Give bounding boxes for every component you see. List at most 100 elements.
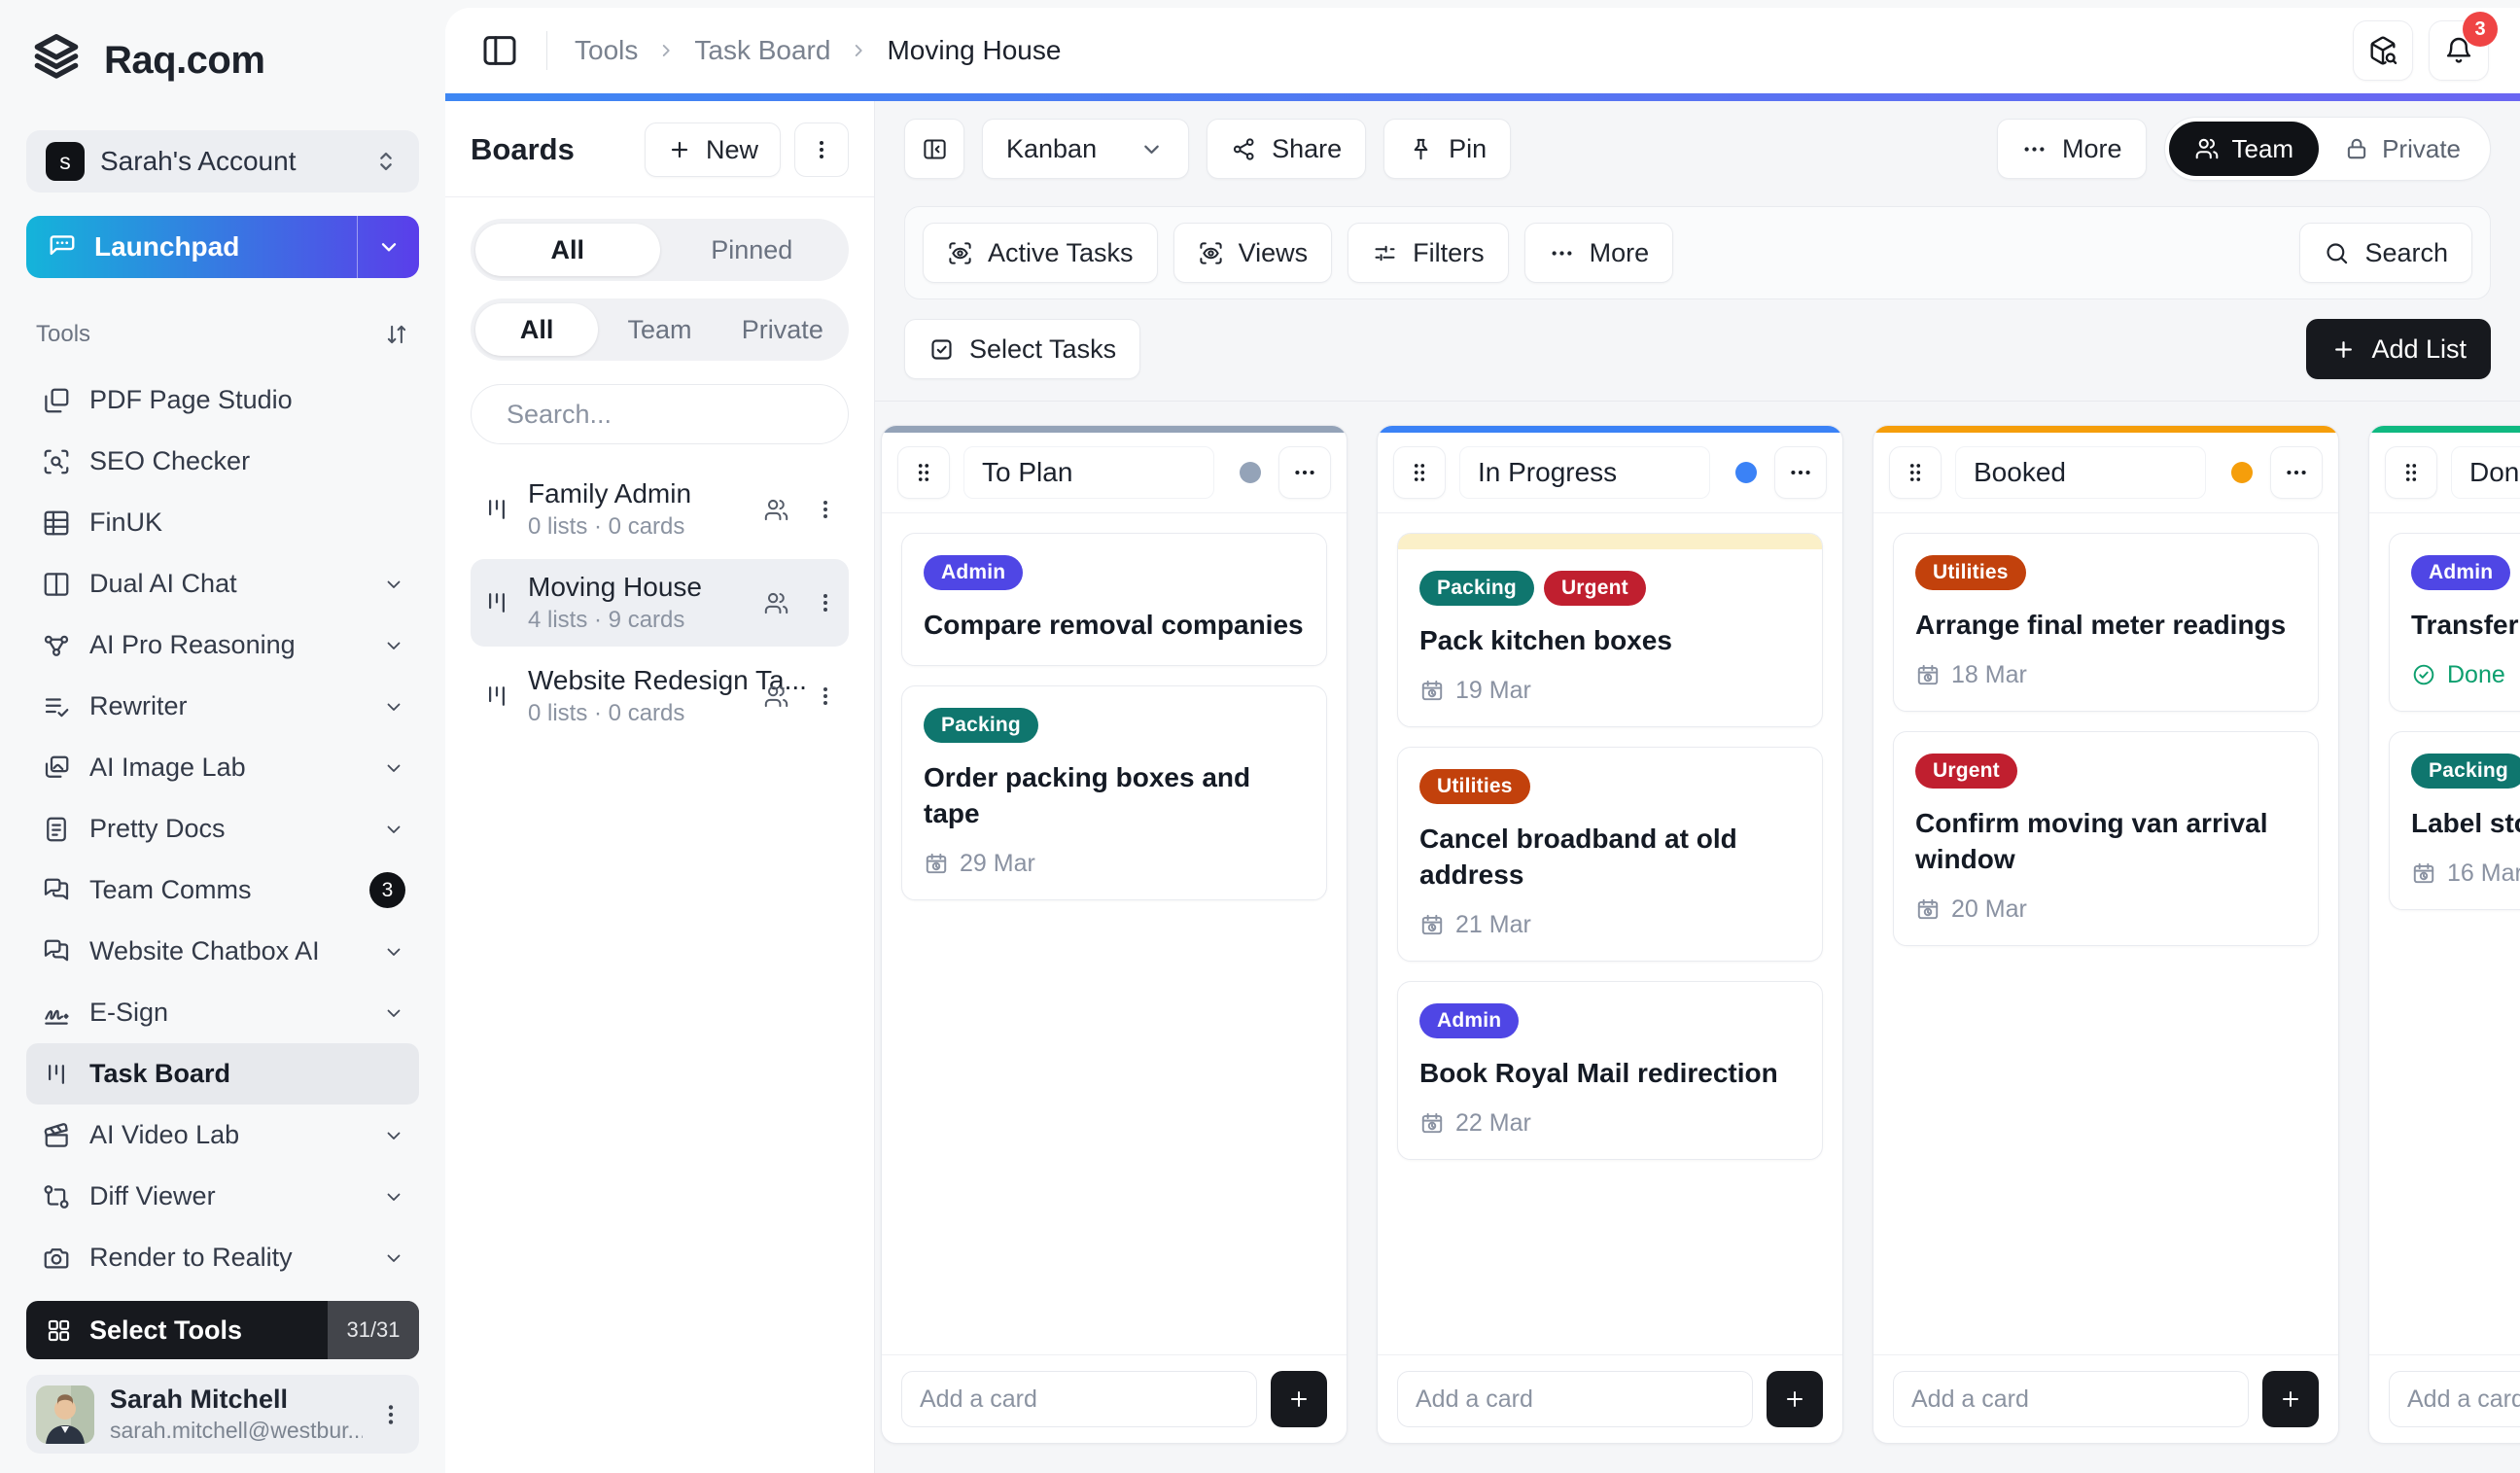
sidebar-item-e-sign[interactable]: E-Sign: [26, 982, 419, 1043]
sidebar-item-diff-viewer[interactable]: Diff Viewer: [26, 1166, 419, 1227]
add-card-button[interactable]: [2262, 1371, 2319, 1427]
account-switcher[interactable]: s Sarah's Account: [26, 130, 419, 193]
sidebar-item-website-chatbox-ai[interactable]: Website Chatbox AI: [26, 921, 419, 982]
scope-tab-team[interactable]: Team: [598, 303, 720, 356]
sort-icon[interactable]: [384, 322, 409, 347]
sidebar-item-pretty-docs[interactable]: Pretty Docs: [26, 798, 419, 859]
task-card[interactable]: Urgent Confirm moving van arrival window…: [1893, 731, 2319, 946]
search-icon: [2324, 240, 2350, 266]
add-card-input[interactable]: [901, 1371, 1257, 1427]
users-icon: [763, 590, 789, 616]
task-card[interactable]: Utilities Cancel broadband at old addres…: [1397, 747, 1823, 962]
collapse-panel-button[interactable]: [904, 119, 964, 179]
board-name: Family Admin: [528, 478, 691, 509]
kebab-menu-icon[interactable]: [814, 591, 837, 614]
boards-search-input[interactable]: [507, 400, 851, 430]
add-card-input[interactable]: [1397, 1371, 1753, 1427]
column-footer: [1378, 1354, 1842, 1443]
sidebar-item-ai-video-lab[interactable]: AI Video Lab: [26, 1105, 419, 1166]
panel-left-icon[interactable]: [480, 31, 519, 70]
kanban-icon: [482, 495, 511, 524]
user-card[interactable]: Sarah Mitchell sarah.mitchell@westbur...: [26, 1375, 419, 1454]
add-list-button[interactable]: Add List: [2306, 319, 2491, 379]
drag-handle[interactable]: [1393, 446, 1446, 499]
column-title[interactable]: Done: [2451, 446, 2520, 499]
task-card[interactable]: Admin Transfer c Done: [2389, 533, 2520, 712]
new-board-button[interactable]: New: [645, 123, 781, 177]
tab-all[interactable]: All: [475, 224, 660, 276]
kebab-menu-icon[interactable]: [378, 1402, 403, 1427]
column-menu-button[interactable]: [1278, 446, 1331, 499]
view-select[interactable]: Kanban: [982, 119, 1189, 179]
active-tasks-button[interactable]: Active Tasks: [923, 223, 1158, 283]
sidebar-item-team-comms[interactable]: Team Comms3: [26, 859, 419, 921]
breadcrumb-task-board[interactable]: Task Board: [694, 35, 830, 66]
task-card[interactable]: Packing Label stor 16 Mar: [2389, 731, 2520, 910]
task-card[interactable]: Packing Order packing boxes and tape 29 …: [901, 685, 1327, 900]
board-item-family-admin[interactable]: Family Admin 0 lists · 0 cards: [471, 466, 849, 553]
kanban-icon: [482, 682, 511, 711]
team-toggle[interactable]: Team: [2169, 122, 2320, 176]
drag-handle[interactable]: [897, 446, 950, 499]
scope-tab-private[interactable]: Private: [721, 303, 844, 356]
sidebar-item-render-to-reality[interactable]: Render to Reality: [26, 1227, 419, 1288]
task-card[interactable]: Utilities Arrange final meter readings 1…: [1893, 533, 2319, 712]
actions-row-right: Add List: [2306, 319, 2491, 379]
share-button[interactable]: Share: [1207, 119, 1366, 179]
sidebar-item-dual-ai-chat[interactable]: Dual AI Chat: [26, 553, 419, 614]
search-button[interactable]: Search: [2299, 223, 2472, 283]
scope-tab-all[interactable]: All: [475, 303, 598, 356]
select-tasks-button[interactable]: Select Tasks: [904, 319, 1140, 379]
chevron-down-icon: [382, 1124, 405, 1147]
more-button[interactable]: More: [1524, 223, 1674, 283]
lock-icon: [2344, 136, 2369, 161]
boards-menu-button[interactable]: [794, 123, 849, 177]
chevron-down-icon: [382, 573, 405, 596]
launchpad-button[interactable]: Launchpad: [26, 216, 419, 278]
notifications-button[interactable]: 3: [2429, 20, 2489, 81]
add-card-button[interactable]: [1271, 1371, 1327, 1427]
add-card-button[interactable]: [1767, 1371, 1823, 1427]
pin-button[interactable]: Pin: [1383, 119, 1511, 179]
more-button[interactable]: More: [1997, 119, 2147, 179]
kebab-menu-icon[interactable]: [814, 684, 837, 708]
sidebar-item-ai-image-lab[interactable]: AI Image Lab: [26, 737, 419, 798]
drag-handle[interactable]: [2385, 446, 2437, 499]
tab-pinned[interactable]: Pinned: [660, 224, 845, 276]
sidebar-item-rewriter[interactable]: Rewriter: [26, 676, 419, 737]
add-card-input[interactable]: [1893, 1371, 2249, 1427]
select-tools-button[interactable]: Select Tools 31/31: [26, 1301, 419, 1359]
package-search-button[interactable]: [2353, 20, 2413, 81]
plus-icon: [2330, 336, 2357, 363]
ellipsis-icon: [1549, 240, 1575, 266]
breadcrumb-tools[interactable]: Tools: [575, 35, 638, 66]
board-item-moving-house[interactable]: Moving House 4 lists · 9 cards: [471, 559, 849, 647]
task-card[interactable]: PackingUrgent Pack kitchen boxes 19 Mar: [1397, 533, 1823, 727]
column-accent: [2369, 426, 2520, 433]
sidebar-item-seo-checker[interactable]: SEO Checker: [26, 431, 419, 492]
private-toggle[interactable]: Private: [2319, 122, 2486, 176]
task-card[interactable]: Admin Compare removal companies: [901, 533, 1327, 666]
add-card-input[interactable]: [2389, 1371, 2520, 1427]
sidebar-item-finuk[interactable]: FinUK: [26, 492, 419, 553]
column-title[interactable]: In Progress: [1459, 446, 1710, 499]
sidebar-item-pdf-page-studio[interactable]: PDF Page Studio: [26, 369, 419, 431]
kebab-menu-icon[interactable]: [814, 498, 837, 521]
drag-handle[interactable]: [1889, 446, 1942, 499]
column-menu-button[interactable]: [2270, 446, 2323, 499]
column-title[interactable]: To Plan: [963, 446, 1214, 499]
board-item-website-redesign-ta[interactable]: Website Redesign Ta... 0 lists · 0 cards: [471, 652, 849, 740]
messages-icon: [42, 937, 71, 966]
column-title[interactable]: Booked: [1955, 446, 2206, 499]
filters-button[interactable]: Filters: [1348, 223, 1509, 283]
ellipsis-icon: [2021, 136, 2048, 162]
sidebar-item-task-board[interactable]: Task Board: [26, 1043, 419, 1105]
sidebar-item-ai-pro-reasoning[interactable]: AI Pro Reasoning: [26, 614, 419, 676]
launchpad-expand[interactable]: [357, 216, 419, 278]
launchpad-main[interactable]: Launchpad: [26, 216, 357, 278]
views-button[interactable]: Views: [1173, 223, 1333, 283]
task-card[interactable]: Admin Book Royal Mail redirection 22 Mar: [1397, 981, 1823, 1160]
board-meta: 0 lists · 0 cards: [528, 700, 747, 727]
boards-search[interactable]: [471, 384, 849, 444]
column-menu-button[interactable]: [1774, 446, 1827, 499]
